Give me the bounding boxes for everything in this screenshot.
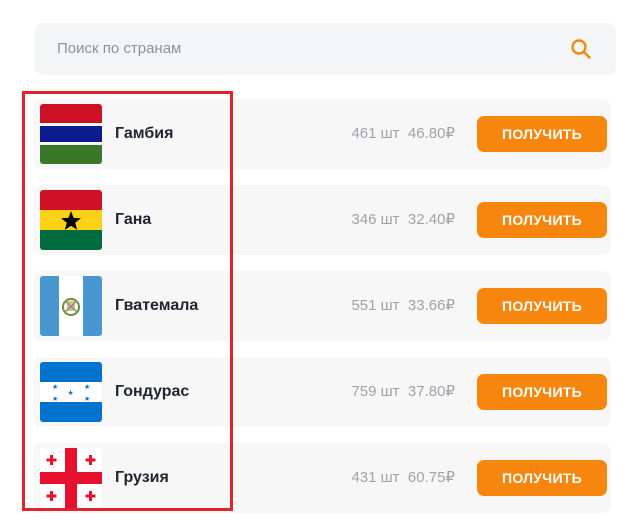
country-row: Гамбия 461 шт 46.80₽ ПОЛУЧИТЬ (33, 99, 611, 169)
country-row: Грузия 431 шт 60.75₽ ПОЛУЧИТЬ (33, 443, 611, 513)
country-stock-price: 759 шт 37.80₽ (351, 357, 455, 427)
svg-text:★: ★ (52, 395, 58, 403)
get-number-button[interactable]: ПОЛУЧИТЬ (477, 288, 607, 324)
country-stock-price: 551 шт 33.66₽ (351, 271, 455, 341)
country-quantity: 431 шт (351, 469, 400, 486)
country-name: Гамбия (115, 125, 174, 142)
search-icon[interactable] (570, 38, 592, 60)
search-bar[interactable]: Поиск по странам (35, 23, 616, 75)
country-name: Гватемала (115, 297, 199, 314)
search-input[interactable]: Поиск по странам (57, 23, 181, 75)
gambia-flag-icon (40, 104, 102, 164)
country-price: 46.80₽ (407, 125, 455, 142)
country-quantity: 461 шт (351, 125, 400, 142)
country-price: 37.80₽ (407, 383, 455, 400)
country-stock-price: 461 шт 46.80₽ (351, 99, 455, 169)
get-number-button[interactable]: ПОЛУЧИТЬ (477, 116, 607, 152)
get-number-button[interactable]: ПОЛУЧИТЬ (477, 460, 607, 496)
get-number-button[interactable]: ПОЛУЧИТЬ (477, 374, 607, 410)
country-price: 33.66₽ (407, 297, 455, 314)
country-stock-price: 431 шт 60.75₽ (351, 443, 455, 513)
country-quantity: 346 шт (351, 211, 400, 228)
country-row: Гватемала 551 шт 33.66₽ ПОЛУЧИТЬ (33, 271, 611, 341)
svg-text:★: ★ (52, 383, 58, 391)
svg-text:★: ★ (84, 383, 90, 391)
get-number-button[interactable]: ПОЛУЧИТЬ (477, 202, 607, 238)
country-row: ★ ★ ★ ★ ★ Гондурас 759 шт 37.80₽ ПОЛУЧИТ… (33, 357, 611, 427)
ghana-flag-icon (40, 190, 102, 250)
country-price: 60.75₽ (407, 469, 455, 486)
guatemala-flag-icon (40, 276, 102, 336)
honduras-flag-icon: ★ ★ ★ ★ ★ (40, 362, 102, 422)
country-quantity: 551 шт (351, 297, 400, 314)
country-quantity: 759 шт (351, 383, 400, 400)
country-stock-price: 346 шт 32.40₽ (351, 185, 455, 255)
georgia-flag-icon (40, 448, 102, 508)
country-name: Гана (115, 211, 152, 228)
country-row: Гана 346 шт 32.40₽ ПОЛУЧИТЬ (33, 185, 611, 255)
country-name: Гондурас (115, 383, 190, 400)
country-price: 32.40₽ (407, 211, 455, 228)
svg-text:★: ★ (84, 395, 90, 403)
svg-text:★: ★ (68, 389, 74, 397)
country-name: Грузия (115, 469, 169, 486)
